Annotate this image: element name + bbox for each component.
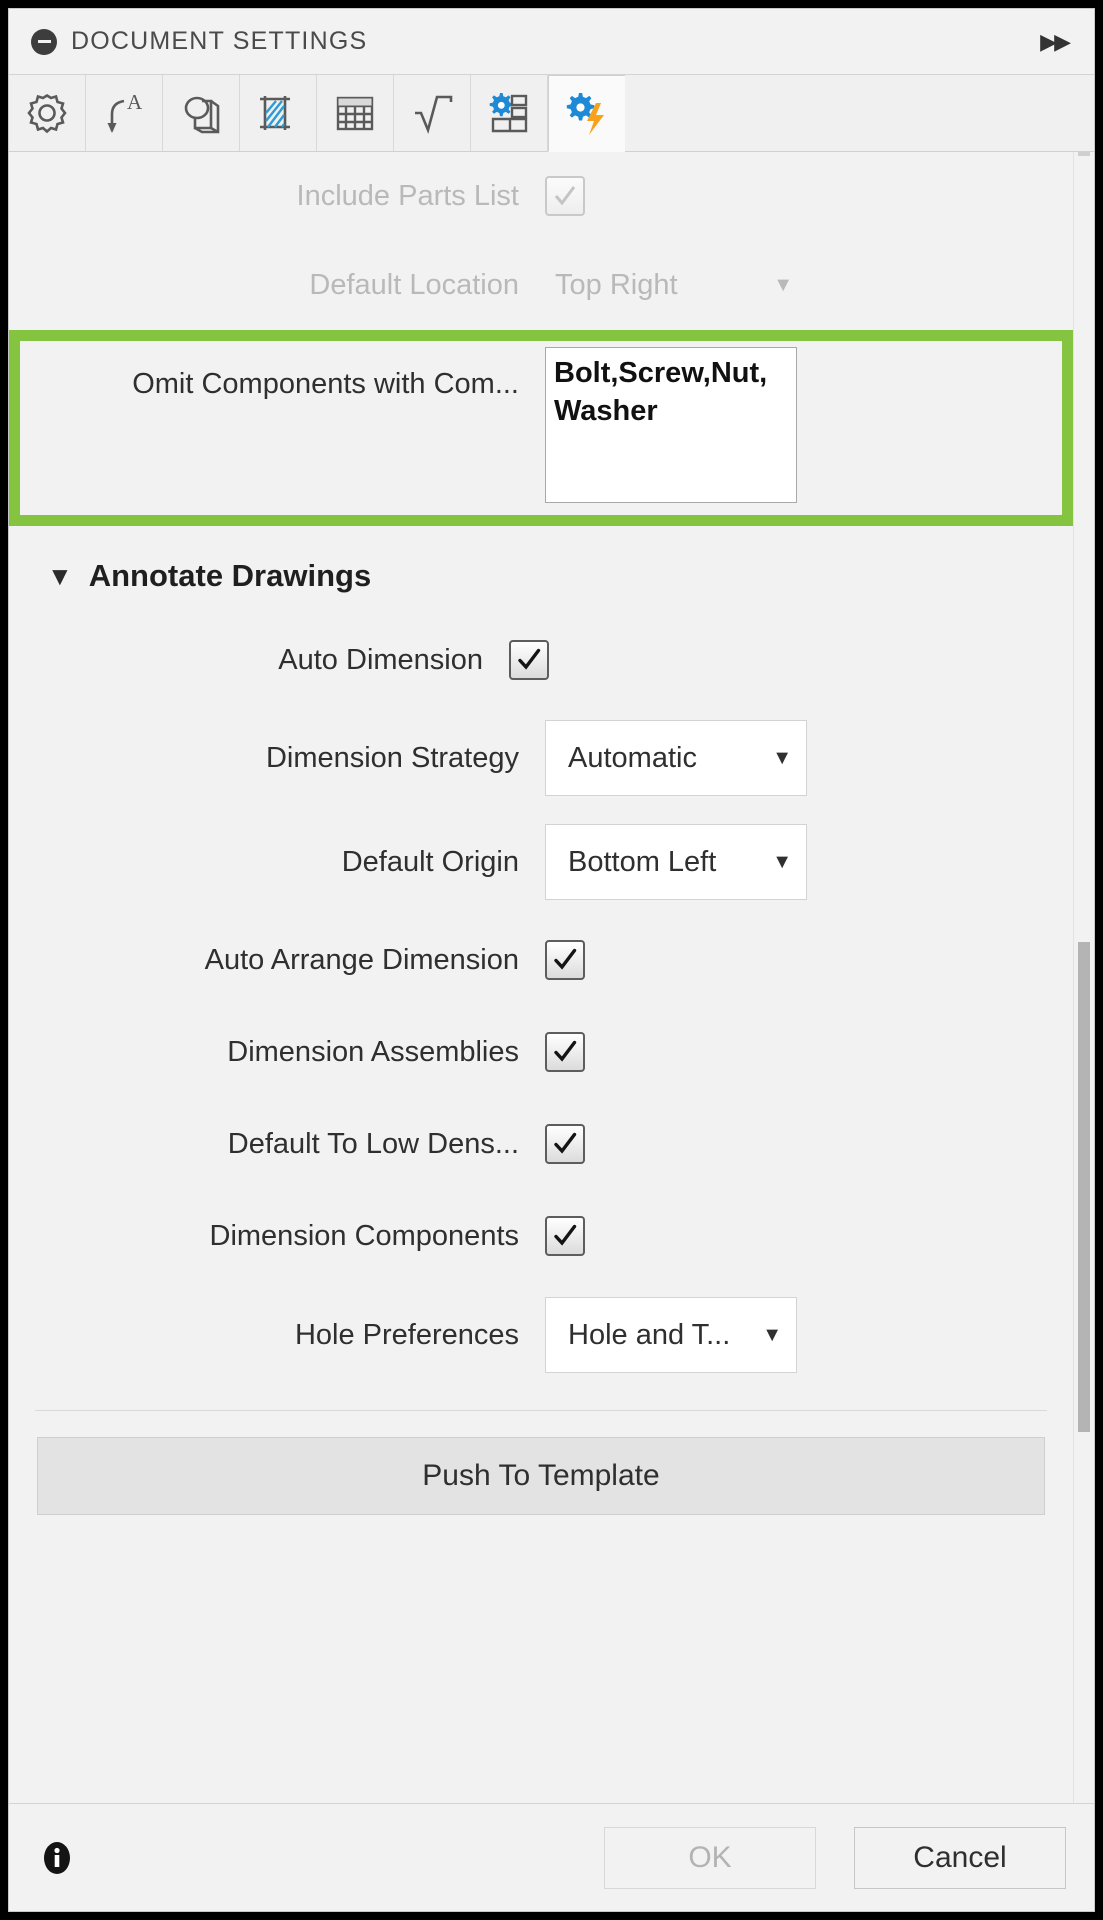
row-default-to-low-density[interactable]: Default To Low Dens... — [9, 1098, 1073, 1190]
vertical-scrollbar[interactable] — [1073, 152, 1094, 1803]
page-title: DOCUMENT SETTINGS — [71, 27, 368, 55]
section-annotate-drawings[interactable]: ▼ Annotate Drawings — [9, 538, 1073, 614]
hole-preferences-label: Hole Preferences — [294, 1318, 519, 1351]
tab-automation[interactable] — [548, 75, 625, 152]
cancel-button[interactable]: Cancel — [854, 1826, 1066, 1889]
omit-components-input[interactable]: Bolt,Screw,Nut,Washer — [545, 347, 797, 503]
row-include-parts-list: Include Parts List — [9, 152, 1073, 240]
row-hole-preferences[interactable]: Hole Preferences Hole and T... ▼ — [9, 1282, 1073, 1388]
row-omit-components-highlighted[interactable]: Omit Components with Com... Bolt,Screw,N… — [9, 330, 1073, 526]
settings-tabstrip: A — [9, 75, 1094, 152]
dimension-strategy-label: Dimension Strategy — [265, 741, 519, 774]
table-grid-icon — [329, 87, 381, 139]
row-default-origin[interactable]: Default Origin Bottom Left ▼ — [9, 810, 1073, 914]
dimension-arrow-a-icon: A — [98, 87, 150, 139]
tab-tables[interactable] — [317, 75, 394, 151]
tab-drawing-setup[interactable] — [471, 75, 548, 151]
default-origin-value: Bottom Left — [568, 845, 717, 878]
tab-section[interactable] — [240, 75, 317, 151]
default-to-low-density-checkbox[interactable] — [545, 1124, 585, 1164]
include-parts-list-checkbox — [545, 176, 585, 216]
chevron-down-icon: ▼ — [762, 1323, 782, 1346]
shaded-view-icon — [175, 87, 227, 139]
minus-circle-icon[interactable] — [31, 28, 57, 55]
chevron-down-icon: ▼ — [772, 746, 792, 769]
double-chevron-right-icon[interactable]: ▶▶ — [1040, 29, 1072, 55]
settings-scroll-area: Include Parts List Default Location Top … — [9, 152, 1073, 1803]
row-dimension-strategy[interactable]: Dimension Strategy Automatic ▼ — [9, 706, 1073, 810]
row-dimension-components[interactable]: Dimension Components — [9, 1190, 1073, 1282]
push-to-template-row: Push To Template — [9, 1411, 1073, 1541]
default-origin-dropdown[interactable]: Bottom Left ▼ — [545, 824, 807, 900]
default-location-value: Top Right — [555, 268, 678, 301]
tab-views[interactable] — [163, 75, 240, 151]
hatch-section-icon — [252, 87, 304, 139]
gear-layout-icon — [483, 87, 535, 139]
row-auto-dimension[interactable]: Auto Dimension — [9, 614, 1073, 706]
hole-preferences-dropdown[interactable]: Hole and T... ▼ — [545, 1297, 797, 1373]
dimension-strategy-value: Automatic — [568, 741, 697, 774]
default-location-dropdown: Top Right ▼ — [545, 269, 807, 302]
default-location-label: Default Location — [309, 268, 519, 301]
dialog-titlebar: DOCUMENT SETTINGS ▶▶ — [9, 9, 1094, 75]
dimension-assemblies-label: Dimension Assemblies — [227, 1035, 519, 1068]
chevron-down-icon: ▼ — [773, 273, 793, 296]
gear-icon — [21, 87, 73, 139]
square-root-icon — [406, 87, 458, 139]
settings-body: Include Parts List Default Location Top … — [9, 152, 1094, 1803]
dialog-footer: OK Cancel — [9, 1803, 1094, 1911]
chevron-down-icon: ▼ — [772, 850, 792, 873]
hole-preferences-value: Hole and T... — [568, 1318, 731, 1351]
gear-lightning-icon — [560, 87, 614, 141]
section-title: Annotate Drawings — [88, 558, 372, 593]
svg-text:A: A — [127, 90, 143, 114]
tabstrip-filler — [625, 75, 1094, 151]
default-to-low-density-label: Default To Low Dens... — [227, 1127, 519, 1160]
omit-components-label: Omit Components with Com... — [132, 368, 519, 400]
include-parts-list-label: Include Parts List — [296, 179, 519, 212]
tab-general[interactable] — [9, 75, 86, 151]
auto-arrange-dimension-checkbox[interactable] — [545, 940, 585, 980]
tab-math[interactable] — [394, 75, 471, 151]
row-auto-arrange-dimension[interactable]: Auto Arrange Dimension — [9, 914, 1073, 1006]
push-to-template-button[interactable]: Push To Template — [37, 1437, 1045, 1515]
triangle-down-icon: ▼ — [47, 561, 73, 591]
auto-arrange-dimension-label: Auto Arrange Dimension — [204, 943, 519, 976]
document-settings-dialog: DOCUMENT SETTINGS ▶▶ A Include Parts Lis… — [8, 8, 1095, 1912]
info-icon[interactable] — [37, 1838, 77, 1878]
default-origin-label: Default Origin — [341, 845, 519, 878]
ok-button[interactable]: OK — [604, 1826, 816, 1889]
scrollbar-thumb[interactable] — [1078, 942, 1090, 1432]
auto-dimension-label: Auto Dimension — [278, 643, 483, 676]
row-default-location: Default Location Top Right ▼ — [9, 240, 1073, 330]
scrollbar-track-top — [1078, 152, 1090, 156]
dimension-components-checkbox[interactable] — [545, 1216, 585, 1256]
row-dimension-assemblies[interactable]: Dimension Assemblies — [9, 1006, 1073, 1098]
dimension-assemblies-checkbox[interactable] — [545, 1032, 585, 1072]
auto-dimension-checkbox[interactable] — [509, 640, 549, 680]
dimension-components-label: Dimension Components — [209, 1219, 519, 1252]
tab-annotations[interactable]: A — [86, 75, 163, 151]
dimension-strategy-dropdown[interactable]: Automatic ▼ — [545, 720, 807, 796]
